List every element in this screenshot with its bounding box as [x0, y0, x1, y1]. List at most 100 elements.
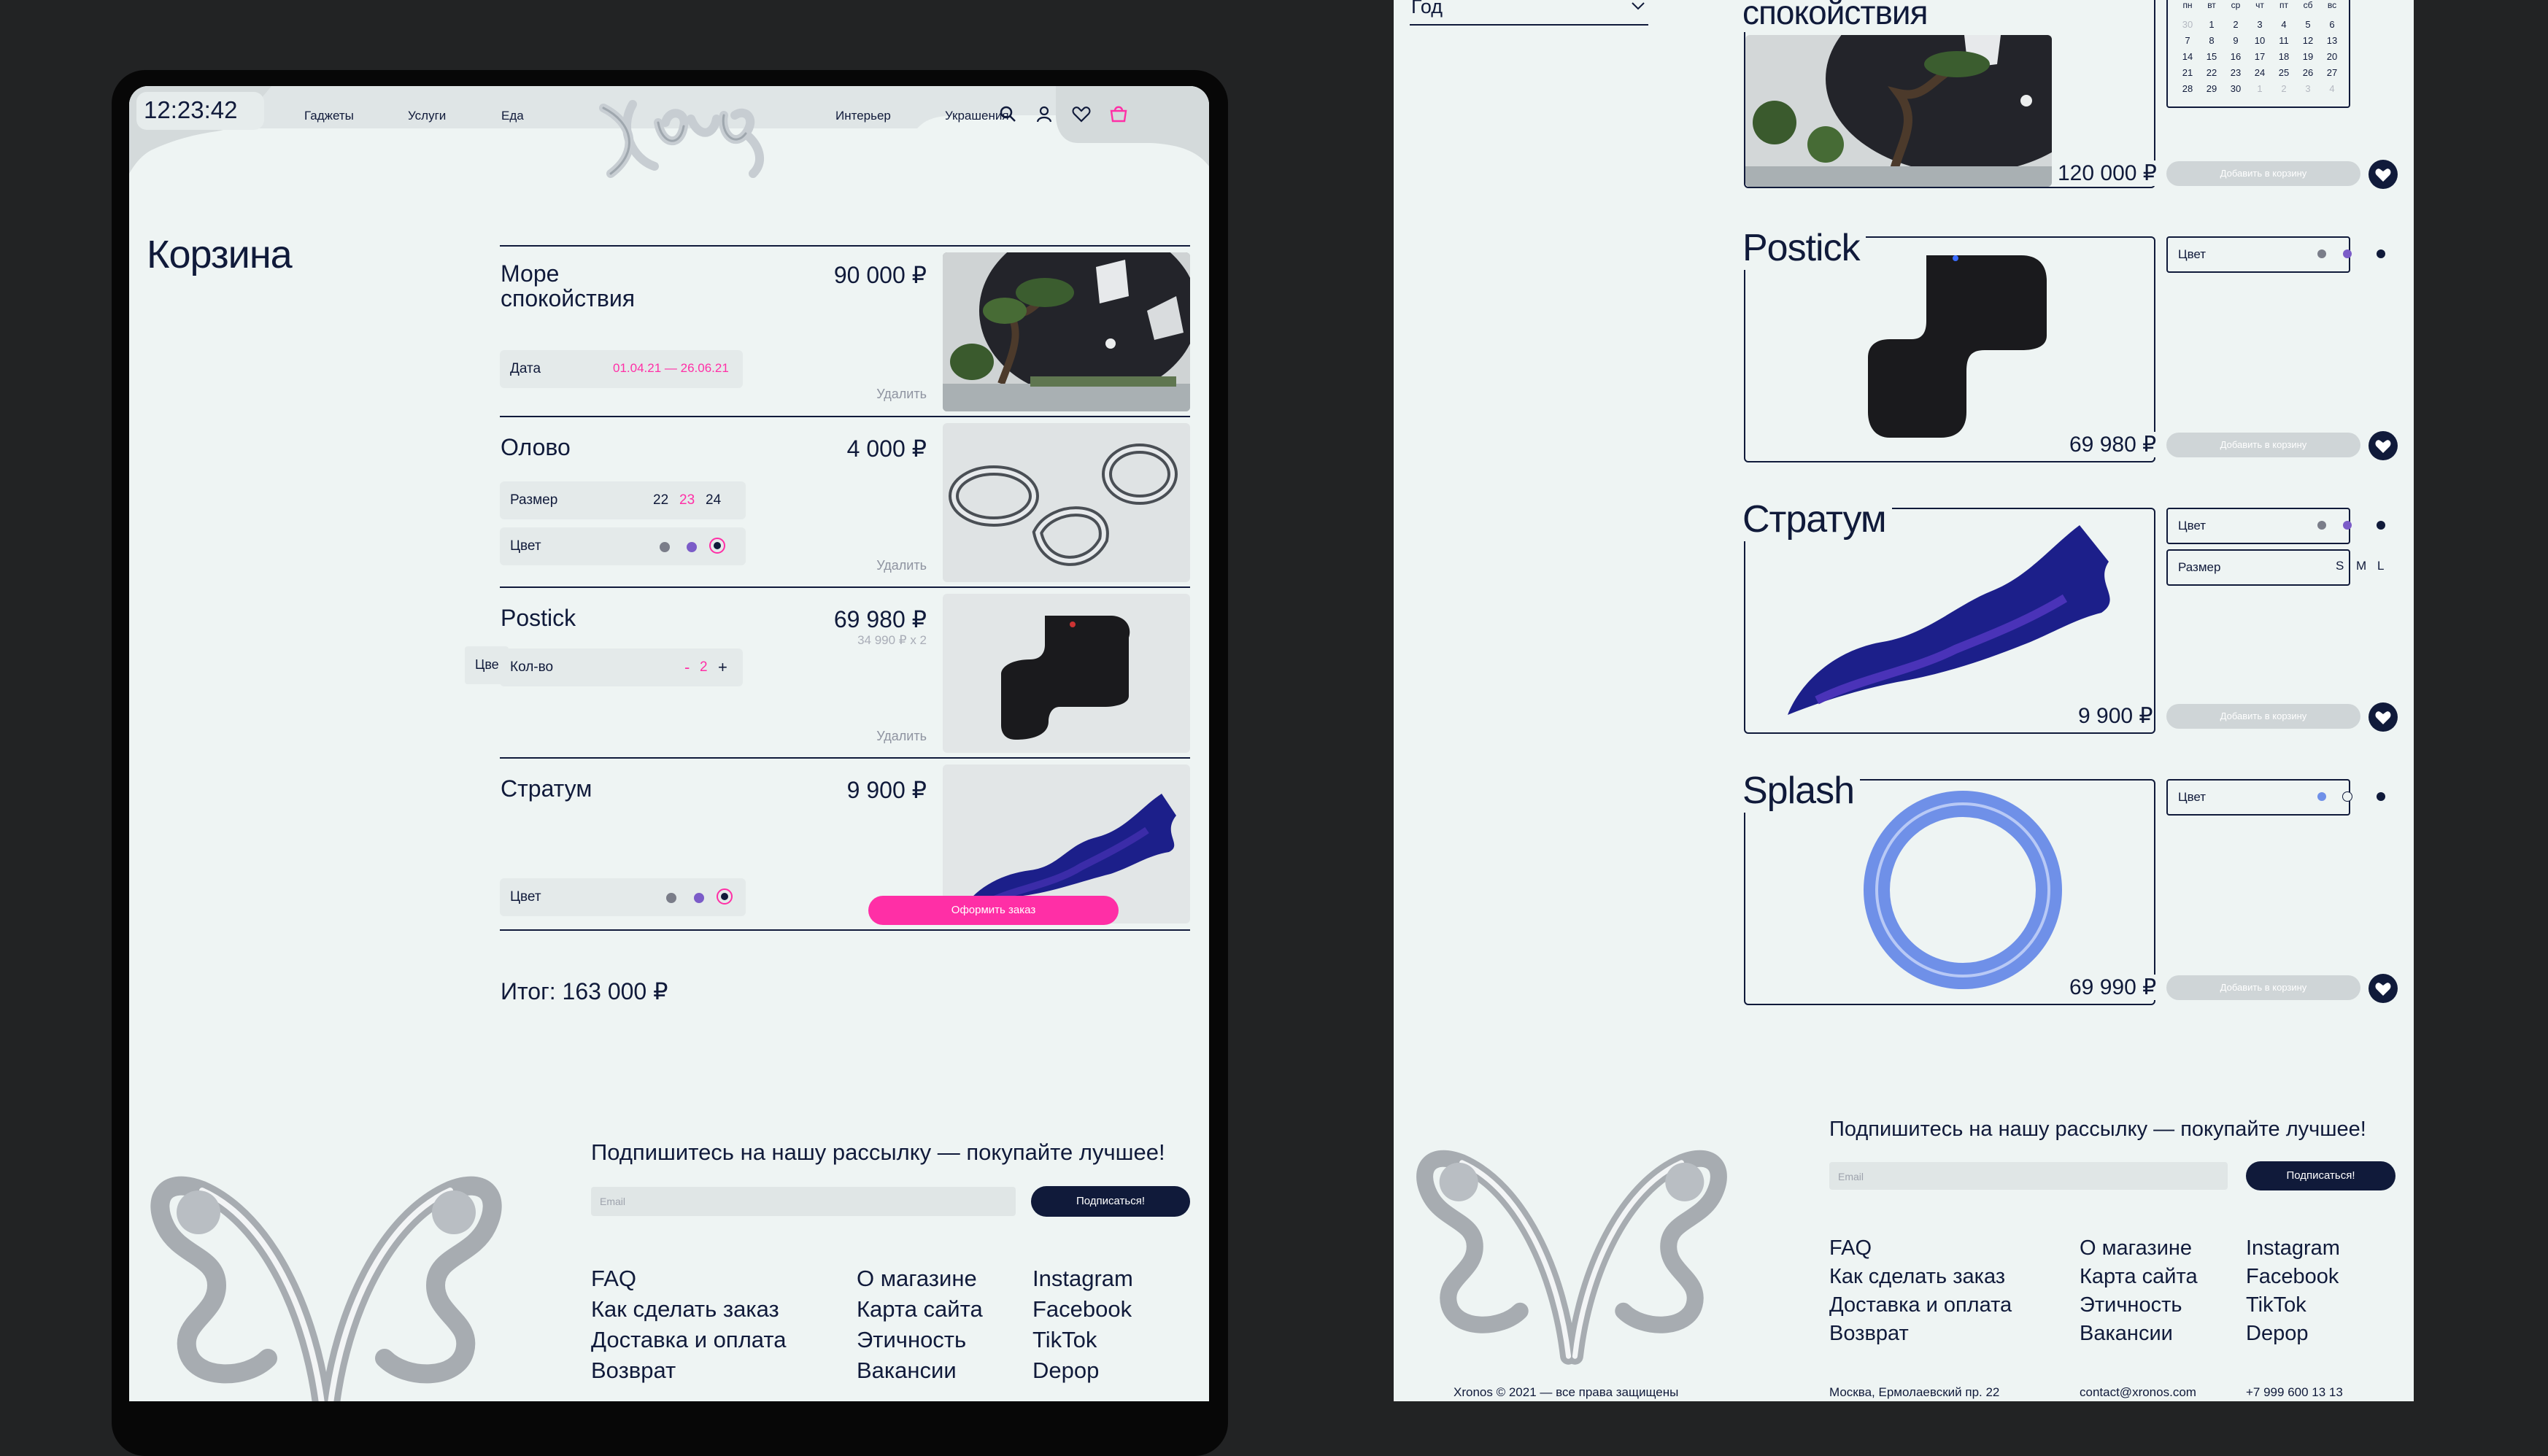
- footer-link-tiktok[interactable]: TikTok: [2246, 1291, 2340, 1320]
- qty-minus-button[interactable]: -: [684, 658, 690, 677]
- wishlist-button[interactable]: [2369, 160, 2398, 189]
- footer-link-returns[interactable]: Возврат: [591, 1355, 786, 1386]
- contact-email[interactable]: contact@xronos.com: [2080, 1385, 2196, 1400]
- wishlist-button[interactable]: [2369, 431, 2398, 460]
- color-swatch-blue[interactable]: [2317, 792, 2326, 801]
- calendar-day[interactable]: 11: [2274, 35, 2293, 46]
- calendar-day[interactable]: 16: [2226, 51, 2245, 62]
- color-swatch-purple[interactable]: [694, 893, 704, 903]
- xronos-logo[interactable]: [589, 93, 771, 184]
- calendar-day[interactable]: 4: [2323, 83, 2342, 94]
- size-22[interactable]: 22: [653, 492, 668, 508]
- calendar-day[interactable]: 5: [2298, 19, 2317, 30]
- footer-link-depop[interactable]: Depop: [1032, 1355, 1133, 1386]
- color-swatch-purple[interactable]: [687, 542, 697, 552]
- calendar-day[interactable]: 24: [2250, 67, 2269, 78]
- calendar-day[interactable]: 15: [2202, 51, 2221, 62]
- calendar-day[interactable]: 27: [2323, 67, 2342, 78]
- add-to-cart-button[interactable]: Добавить в корзину: [2166, 704, 2360, 729]
- delete-link[interactable]: Удалить: [839, 387, 927, 402]
- calendar-day[interactable]: 8: [2202, 35, 2221, 46]
- calendar-day[interactable]: 6: [2323, 19, 2342, 30]
- calendar-day[interactable]: 22: [2202, 67, 2221, 78]
- product-title[interactable]: Splash: [1742, 769, 1860, 813]
- color-swatch-gray[interactable]: [666, 893, 676, 903]
- wishlist-button[interactable]: [2369, 702, 2398, 732]
- footer-link-instagram[interactable]: Instagram: [2246, 1234, 2340, 1263]
- product-title[interactable]: спокойствия: [1742, 0, 1934, 32]
- footer-link-how-to-order[interactable]: Как сделать заказ: [591, 1294, 786, 1325]
- footer-link-returns[interactable]: Возврат: [1829, 1320, 2012, 1348]
- calendar-day[interactable]: 30: [2226, 83, 2245, 94]
- color-swatch-gray[interactable]: [2317, 249, 2326, 258]
- nav-link-food[interactable]: Еда: [501, 109, 524, 123]
- footer-link-ethics[interactable]: Этичность: [2080, 1291, 2198, 1320]
- calendar-day[interactable]: 3: [2298, 83, 2317, 94]
- color-swatch-navy[interactable]: [714, 542, 721, 549]
- calendar-day[interactable]: 26: [2298, 67, 2317, 78]
- calendar-day[interactable]: 4: [2274, 19, 2293, 30]
- calendar-day[interactable]: 2: [2274, 83, 2293, 94]
- color-swatch-navy[interactable]: [721, 893, 728, 900]
- chevron-down-icon[interactable]: [1631, 1, 1645, 12]
- subscribe-button[interactable]: Подписаться!: [2246, 1161, 2395, 1190]
- add-to-cart-button[interactable]: Добавить в корзину: [2166, 161, 2360, 186]
- size-23-selected[interactable]: 23: [679, 492, 695, 508]
- nav-link-services[interactable]: Услуги: [408, 109, 446, 123]
- calendar-day[interactable]: 25: [2274, 67, 2293, 78]
- color-swatch-purple[interactable]: [2343, 249, 2352, 258]
- footer-link-facebook[interactable]: Facebook: [1032, 1294, 1133, 1325]
- qty-value[interactable]: 2: [700, 659, 708, 675]
- footer-link-about[interactable]: О магазине: [2080, 1234, 2198, 1263]
- splash-ring-art[interactable]: [1861, 788, 2065, 992]
- email-field[interactable]: Email: [591, 1187, 1016, 1216]
- calendar-day[interactable]: 28: [2178, 83, 2197, 94]
- color-swatch-white[interactable]: [2342, 791, 2352, 802]
- calendar-day[interactable]: 23: [2226, 67, 2245, 78]
- footer-link-depop[interactable]: Depop: [2246, 1320, 2340, 1348]
- calendar-day[interactable]: 7: [2178, 35, 2197, 46]
- footer-link-delivery[interactable]: Доставка и оплата: [591, 1325, 786, 1355]
- calendar-day[interactable]: 18: [2274, 51, 2293, 62]
- calendar-day[interactable]: 9: [2226, 35, 2245, 46]
- footer-link-jobs[interactable]: Вакансии: [857, 1355, 983, 1386]
- calendar-day[interactable]: 12: [2298, 35, 2317, 46]
- color-swatch-navy[interactable]: [2377, 792, 2385, 801]
- footer-link-instagram[interactable]: Instagram: [1032, 1263, 1133, 1294]
- calendar-day[interactable]: 3: [2250, 19, 2269, 30]
- nav-link-gadgets[interactable]: Гаджеты: [304, 109, 354, 123]
- calendar-day[interactable]: 20: [2323, 51, 2342, 62]
- footer-link-jobs[interactable]: Вакансии: [2080, 1320, 2198, 1348]
- footer-link-faq[interactable]: FAQ: [1829, 1234, 2012, 1263]
- add-to-cart-button[interactable]: Добавить в корзину: [2166, 433, 2360, 457]
- calendar-day[interactable]: 29: [2202, 83, 2221, 94]
- product-image-sea-calm[interactable]: [1745, 35, 2052, 187]
- calendar-day[interactable]: 1: [2202, 19, 2221, 30]
- calendar-day[interactable]: 10: [2250, 35, 2269, 46]
- add-to-cart-button[interactable]: Добавить в корзину: [2166, 975, 2360, 1000]
- color-swatch-navy[interactable]: [2377, 521, 2385, 530]
- size-24[interactable]: 24: [706, 492, 721, 508]
- size-s[interactable]: S: [2336, 559, 2344, 573]
- delete-link[interactable]: Удалить: [839, 729, 927, 744]
- footer-link-faq[interactable]: FAQ: [591, 1263, 786, 1294]
- heart-icon[interactable]: [1071, 104, 1092, 124]
- calendar-day[interactable]: 19: [2298, 51, 2317, 62]
- calendar-day[interactable]: 13: [2323, 35, 2342, 46]
- date-option[interactable]: Дата 01.04.21 — 26.06.21: [500, 350, 743, 388]
- footer-link-facebook[interactable]: Facebook: [2246, 1263, 2340, 1291]
- search-icon[interactable]: [997, 104, 1018, 124]
- qty-plus-button[interactable]: +: [718, 658, 727, 677]
- calendar-day[interactable]: 14: [2178, 51, 2197, 62]
- size-m[interactable]: M: [2356, 559, 2366, 573]
- color-swatch-purple[interactable]: [2343, 521, 2352, 530]
- color-swatch-gray[interactable]: [2317, 521, 2326, 530]
- color-swatch-gray[interactable]: [660, 542, 670, 552]
- footer-link-ethics[interactable]: Этичность: [857, 1325, 983, 1355]
- year-filter-label[interactable]: Год: [1411, 0, 1443, 18]
- nav-link-interior[interactable]: Интерьер: [835, 109, 891, 123]
- checkout-button[interactable]: Оформить заказ: [868, 896, 1119, 925]
- footer-link-about[interactable]: О магазине: [857, 1263, 983, 1294]
- delete-link[interactable]: Удалить: [839, 558, 927, 573]
- postick-art[interactable]: [1861, 248, 2050, 445]
